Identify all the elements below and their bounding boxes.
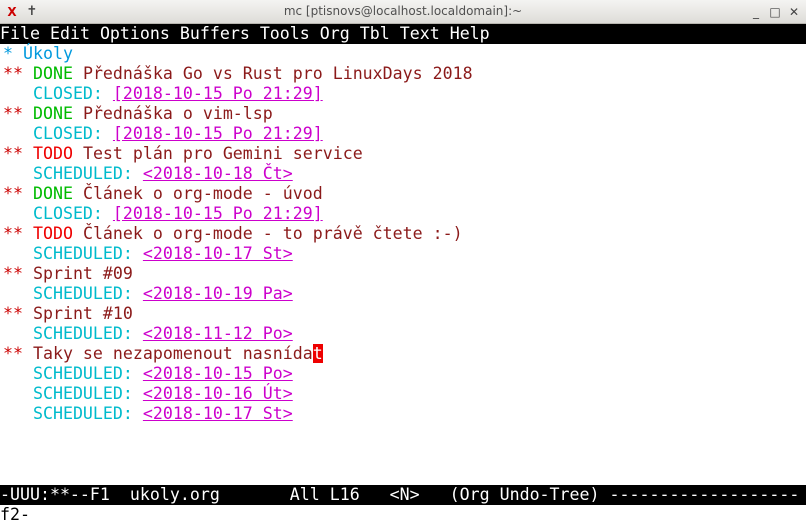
- planning-line[interactable]: CLOSED: [2018-10-15 Po 21:29]: [3, 84, 323, 104]
- heading-title: Článek o org-mode - úvod: [82, 184, 323, 203]
- timestamp-link[interactable]: [2018-10-15 Po 21:29]: [113, 84, 323, 103]
- done-keyword: DONE: [32, 64, 73, 83]
- heading-stars: **: [3, 304, 23, 323]
- done-keyword: DONE: [32, 104, 73, 123]
- heading-title: Článek o org-mode - to právě čtete :-): [82, 224, 463, 243]
- menu-text[interactable]: Text: [400, 24, 440, 44]
- org-heading[interactable]: ** DONE Článek o org-mode - úvod: [3, 184, 323, 204]
- timestamp-link[interactable]: <2018-10-16 Út>: [143, 384, 293, 403]
- org-heading[interactable]: ** TODO Článek o org-mode - to právě čte…: [3, 224, 463, 244]
- minibuffer[interactable]: f2-: [0, 505, 806, 531]
- top-heading[interactable]: * Úkoly: [3, 44, 73, 64]
- mode-line[interactable]: -UUU:**--F1 ukoly.org All L16 <N> (Org U…: [0, 485, 806, 505]
- heading-stars: **: [3, 64, 23, 83]
- echo-area-text: f2-: [0, 505, 30, 524]
- title-bar[interactable]: X ✝ mc [ptisnovs@localhost.localdomain]:…: [0, 0, 806, 24]
- scheduled-keyword: SCHEDULED:: [32, 284, 133, 303]
- timestamp-link[interactable]: [2018-10-15 Po 21:29]: [113, 124, 323, 143]
- scheduled-keyword: SCHEDULED:: [32, 364, 133, 383]
- heading-stars: **: [3, 104, 23, 123]
- planning-line[interactable]: SCHEDULED: <2018-10-17 St>: [3, 244, 293, 264]
- heading-title: Sprint #09: [32, 264, 133, 283]
- planning-line[interactable]: SCHEDULED: <2018-11-12 Po>: [3, 324, 293, 344]
- text-cursor: t: [312, 344, 323, 363]
- menu-org[interactable]: Org: [320, 24, 350, 44]
- heading-stars: **: [3, 144, 23, 163]
- closed-keyword: CLOSED:: [32, 124, 103, 143]
- menu-edit[interactable]: Edit: [50, 24, 90, 44]
- closed-keyword: CLOSED:: [32, 84, 103, 103]
- timestamp-link[interactable]: <2018-10-15 Po>: [143, 364, 293, 383]
- maximize-button[interactable]: □: [767, 4, 783, 20]
- timestamp-link[interactable]: <2018-10-17 St>: [143, 244, 293, 263]
- scheduled-keyword: SCHEDULED:: [32, 404, 133, 423]
- heading-title: Přednáška o vim-lsp: [82, 104, 273, 123]
- window-title: mc [ptisnovs@localhost.localdomain]:~: [283, 4, 523, 18]
- timestamp-link[interactable]: [2018-10-15 Po 21:29]: [113, 204, 323, 223]
- heading-title: Test plán pro Gemini service: [82, 144, 363, 163]
- buffer-status: -UUU:**--F1: [0, 485, 110, 504]
- heading-title: Úkoly: [23, 44, 73, 63]
- close-button[interactable]: ✕: [786, 4, 802, 20]
- scheduled-keyword: SCHEDULED:: [32, 384, 133, 403]
- menu-tbl[interactable]: Tbl: [360, 24, 390, 44]
- line-position: All L16: [289, 485, 360, 504]
- terminal-window: X ✝ mc [ptisnovs@localhost.localdomain]:…: [0, 0, 806, 531]
- scheduled-keyword: SCHEDULED:: [32, 324, 133, 343]
- planning-line[interactable]: SCHEDULED: <2018-10-16 Út>: [3, 384, 293, 404]
- menu-file[interactable]: File: [0, 24, 40, 44]
- heading-stars: **: [3, 344, 23, 363]
- buffer-name[interactable]: ukoly.org: [130, 485, 220, 504]
- org-heading[interactable]: ** DONE Přednáška o vim-lsp: [3, 104, 273, 124]
- heading-title: Taky se nezapomenout nasnída: [32, 344, 313, 363]
- org-heading[interactable]: ** Sprint #09: [3, 264, 133, 284]
- menu-bar: File Edit Options Buffers Tools Org Tbl …: [0, 24, 806, 44]
- evil-state: <N>: [389, 485, 420, 504]
- org-buffer[interactable]: * Úkoly ** DONE Přednáška Go vs Rust pro…: [0, 44, 806, 484]
- closed-keyword: CLOSED:: [32, 204, 103, 223]
- org-heading[interactable]: ** DONE Přednáška Go vs Rust pro LinuxDa…: [3, 64, 473, 84]
- major-modes[interactable]: (Org Undo-Tree): [450, 485, 600, 504]
- scheduled-keyword: SCHEDULED:: [32, 164, 133, 183]
- heading-title: Přednáška Go vs Rust pro LinuxDays 2018: [82, 64, 473, 83]
- minimize-button[interactable]: _: [748, 4, 764, 20]
- timestamp-link[interactable]: <2018-11-12 Po>: [143, 324, 293, 343]
- scheduled-keyword: SCHEDULED:: [32, 244, 133, 263]
- planning-line[interactable]: SCHEDULED: <2018-10-18 Čt>: [3, 164, 293, 184]
- menu-help[interactable]: Help: [450, 24, 490, 44]
- timestamp-link[interactable]: <2018-10-18 Čt>: [143, 164, 293, 183]
- planning-line[interactable]: CLOSED: [2018-10-15 Po 21:29]: [3, 124, 323, 144]
- heading-stars: **: [3, 184, 23, 203]
- todo-keyword: TODO: [32, 224, 73, 243]
- org-heading[interactable]: ** TODO Test plán pro Gemini service: [3, 144, 363, 164]
- heading-star: *: [3, 44, 13, 63]
- planning-line[interactable]: CLOSED: [2018-10-15 Po 21:29]: [3, 204, 323, 224]
- heading-stars: **: [3, 264, 23, 283]
- menu-buffers[interactable]: Buffers: [180, 24, 250, 44]
- heading-stars: **: [3, 224, 23, 243]
- timestamp-link[interactable]: <2018-10-19 Pa>: [143, 284, 293, 303]
- mode-line-filler: -------------------: [609, 485, 800, 504]
- org-heading[interactable]: ** Taky se nezapomenout nasnídat: [3, 344, 323, 364]
- timestamp-link[interactable]: <2018-10-17 St>: [143, 404, 293, 423]
- todo-keyword: TODO: [32, 144, 73, 163]
- planning-line[interactable]: SCHEDULED: <2018-10-19 Pa>: [3, 284, 293, 304]
- planning-line[interactable]: SCHEDULED: <2018-10-17 St>: [3, 404, 293, 424]
- menu-options[interactable]: Options: [100, 24, 170, 44]
- menu-tools[interactable]: Tools: [260, 24, 310, 44]
- planning-line[interactable]: SCHEDULED: <2018-10-15 Po>: [3, 364, 293, 384]
- done-keyword: DONE: [32, 184, 73, 203]
- heading-title: Sprint #10: [32, 304, 133, 323]
- org-heading[interactable]: ** Sprint #10: [3, 304, 133, 324]
